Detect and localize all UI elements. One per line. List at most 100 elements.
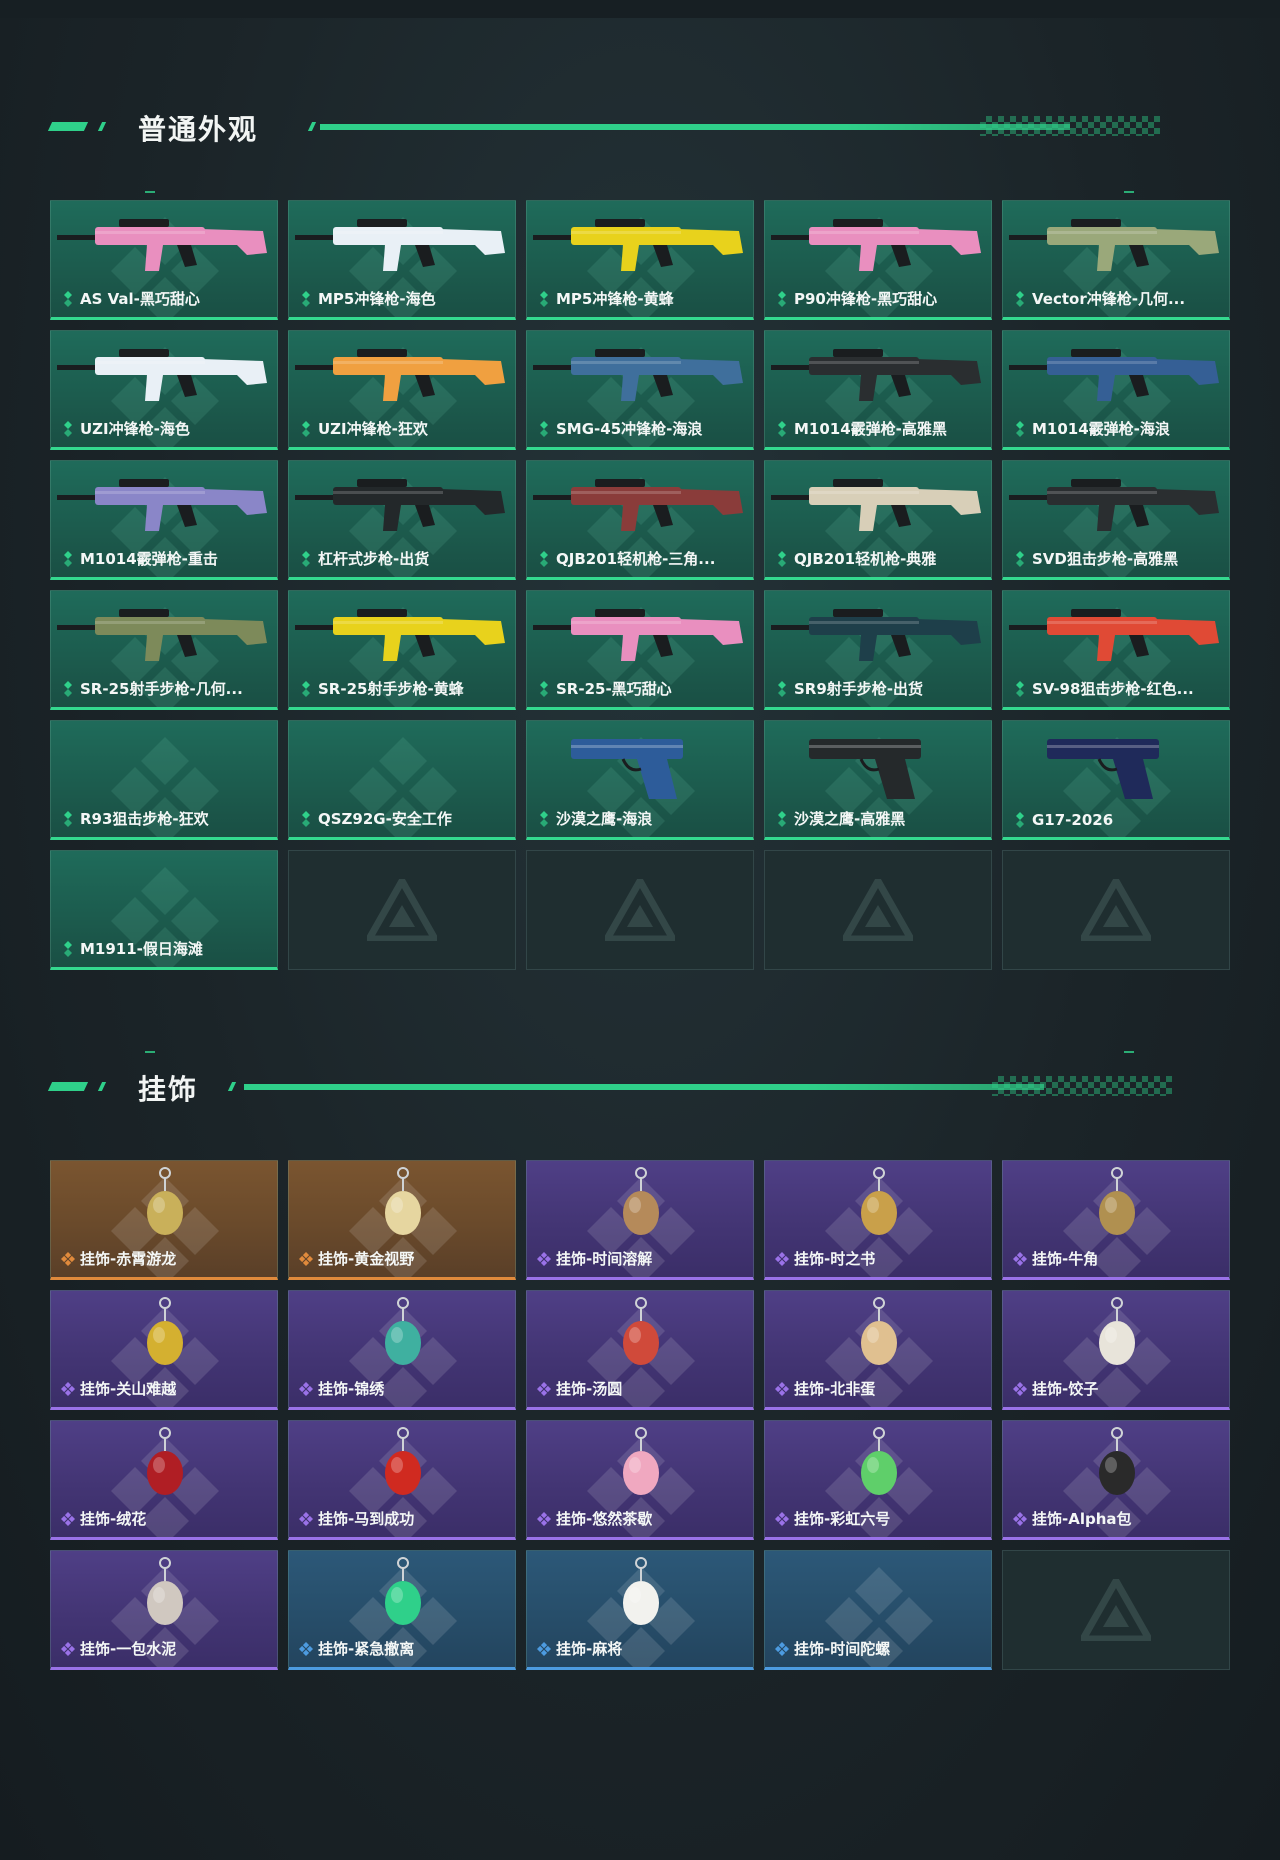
card-label: M1014霰弹枪-高雅黑 xyxy=(775,418,983,439)
header-accent-bar xyxy=(47,1082,89,1091)
skin-card[interactable]: QSZ92G-安全工作 xyxy=(288,720,516,840)
rarity-marker-icon xyxy=(64,810,72,827)
rarity-diamonds-icon xyxy=(299,1511,313,1526)
empty-slot xyxy=(1002,1550,1230,1670)
skin-card[interactable]: MP5冲锋枪-海色 xyxy=(288,200,516,320)
rarity-marker-icon xyxy=(302,550,310,567)
header-trail-line xyxy=(320,124,1070,130)
rarity-marker-icon xyxy=(64,940,72,957)
charm-icon xyxy=(1099,1427,1135,1495)
card-label: SVD狙击步枪-高雅黑 xyxy=(1013,548,1221,569)
card-label: 挂饰-一包水泥 xyxy=(61,1638,269,1659)
skin-card[interactable]: MP5冲锋枪-黄蜂 xyxy=(526,200,754,320)
card-label: Vector冲锋枪-几何... xyxy=(1013,288,1221,309)
charm-card[interactable]: 挂饰-时间陀螺 xyxy=(764,1550,992,1670)
white-uzi-icon xyxy=(57,349,267,401)
skin-card[interactable]: 沙漠之鹰-高雅黑 xyxy=(764,720,992,840)
skin-card[interactable]: 沙漠之鹰-海浪 xyxy=(526,720,754,840)
cream-lmg-icon xyxy=(771,479,981,531)
card-label: P90冲锋枪-黑巧甜心 xyxy=(775,288,983,309)
card-label: AS Val-黑巧甜心 xyxy=(61,288,269,309)
card-label: SR-25射手步枪-黄蜂 xyxy=(299,678,507,699)
skin-card[interactable]: P90冲锋枪-黑巧甜心 xyxy=(764,200,992,320)
skin-card[interactable]: SR-25射手步枪-几何... xyxy=(50,590,278,710)
black-pistol-icon xyxy=(809,739,921,799)
charm-card[interactable]: 挂饰-麻将 xyxy=(526,1550,754,1670)
charm-icon xyxy=(861,1167,897,1235)
skin-card[interactable]: UZI冲锋枪-海色 xyxy=(50,330,278,450)
rarity-diamonds-icon xyxy=(299,1251,313,1266)
item-name: 挂饰-时间陀螺 xyxy=(794,1640,891,1658)
charm-icon xyxy=(623,1297,659,1365)
skin-card[interactable]: SR9射手步枪-出货 xyxy=(764,590,992,710)
charm-card[interactable]: 挂饰-一包水泥 xyxy=(50,1550,278,1670)
item-name: 挂饰-彩虹六号 xyxy=(794,1510,891,1528)
skin-card[interactable]: SR-25-黑巧甜心 xyxy=(526,590,754,710)
item-name: MP5冲锋枪-海色 xyxy=(318,290,436,308)
card-label: 挂饰-关山难越 xyxy=(61,1378,269,1399)
item-name: SR-25射手步枪-黄蜂 xyxy=(318,680,464,698)
charm-card[interactable]: 挂饰-饺子 xyxy=(1002,1290,1230,1410)
skin-card[interactable]: QJB201轻机枪-典雅 xyxy=(764,460,992,580)
rarity-marker-icon xyxy=(1016,420,1024,437)
item-name: 挂饰-北非蛋 xyxy=(794,1380,876,1398)
card-label: 挂饰-赤霄游龙 xyxy=(61,1248,269,1269)
skin-card[interactable]: SVD狙击步枪-高雅黑 xyxy=(1002,460,1230,580)
item-name: M1014霰弹枪-重击 xyxy=(80,550,218,568)
skin-card[interactable]: AS Val-黑巧甜心 xyxy=(50,200,278,320)
charm-icon xyxy=(385,1167,421,1235)
header-trail-slash xyxy=(307,122,317,131)
skin-card[interactable]: SR-25射手步枪-黄蜂 xyxy=(288,590,516,710)
rarity-marker-icon xyxy=(540,420,548,437)
charm-card[interactable]: 挂饰-锦绣 xyxy=(288,1290,516,1410)
skin-card[interactable]: SV-98狙击步枪-红色... xyxy=(1002,590,1230,710)
rarity-marker-icon xyxy=(540,550,548,567)
charm-card[interactable]: 挂饰-时之书 xyxy=(764,1160,992,1280)
charm-card[interactable]: 挂饰-北非蛋 xyxy=(764,1290,992,1410)
card-label: 挂饰-时间陀螺 xyxy=(775,1638,983,1659)
card-label: M1911-假日海滩 xyxy=(61,938,269,959)
charm-card[interactable]: 挂饰-时间溶解 xyxy=(526,1160,754,1280)
header-trail-line xyxy=(244,1084,1044,1090)
skin-card[interactable]: M1014霰弹枪-海浪 xyxy=(1002,330,1230,450)
item-name: QJB201轻机枪-典雅 xyxy=(794,550,937,568)
rarity-marker-icon xyxy=(64,420,72,437)
skin-card[interactable]: M1014霰弹枪-高雅黑 xyxy=(764,330,992,450)
item-name: 挂饰-紧急撤离 xyxy=(318,1640,415,1658)
skin-card[interactable]: M1911-假日海滩 xyxy=(50,850,278,970)
rarity-marker-icon xyxy=(302,420,310,437)
card-label: M1014霰弹枪-海浪 xyxy=(1013,418,1221,439)
rarity-diamonds-icon xyxy=(775,1381,789,1396)
charm-card[interactable]: 挂饰-彩虹六号 xyxy=(764,1420,992,1540)
charm-card[interactable]: 挂饰-悠然茶歇 xyxy=(526,1420,754,1540)
rarity-marker-icon xyxy=(778,550,786,567)
charm-card[interactable]: 挂饰-牛角 xyxy=(1002,1160,1230,1280)
rarity-diamonds-icon xyxy=(61,1511,75,1526)
card-label: 沙漠之鹰-海浪 xyxy=(537,808,745,829)
charm-card[interactable]: 挂饰-绒花 xyxy=(50,1420,278,1540)
skin-card[interactable]: G17-2026 xyxy=(1002,720,1230,840)
empty-slot xyxy=(526,850,754,970)
skin-card[interactable]: SMG-45冲锋枪-海浪 xyxy=(526,330,754,450)
charm-card[interactable]: 挂饰-赤霄游龙 xyxy=(50,1160,278,1280)
charm-card[interactable]: 挂饰-马到成功 xyxy=(288,1420,516,1540)
item-name: R93狙击步枪-狂欢 xyxy=(80,810,209,828)
skin-card[interactable]: Vector冲锋枪-几何... xyxy=(1002,200,1230,320)
skin-card[interactable]: QJB201轻机枪-三角... xyxy=(526,460,754,580)
charm-card[interactable]: 挂饰-汤圆 xyxy=(526,1290,754,1410)
card-label: 挂饰-时之书 xyxy=(775,1248,983,1269)
charm-card[interactable]: 挂饰-关山难越 xyxy=(50,1290,278,1410)
skin-card[interactable]: M1014霰弹枪-重击 xyxy=(50,460,278,580)
card-label: 挂饰-马到成功 xyxy=(299,1508,507,1529)
skin-card[interactable]: R93狙击步枪-狂欢 xyxy=(50,720,278,840)
empty-slot xyxy=(764,850,992,970)
item-name: 挂饰-时间溶解 xyxy=(556,1250,653,1268)
card-label: 挂饰-汤圆 xyxy=(537,1378,745,1399)
skin-card[interactable]: 杠杆式步枪-出货 xyxy=(288,460,516,580)
charm-card[interactable]: 挂饰-黄金视野 xyxy=(288,1160,516,1280)
charm-card[interactable]: 挂饰-Alpha包 xyxy=(1002,1420,1230,1540)
item-name: 挂饰-锦绣 xyxy=(318,1380,385,1398)
card-label: 挂饰-麻将 xyxy=(537,1638,745,1659)
skin-card[interactable]: UZI冲锋枪-狂欢 xyxy=(288,330,516,450)
charm-card[interactable]: 挂饰-紧急撤离 xyxy=(288,1550,516,1670)
